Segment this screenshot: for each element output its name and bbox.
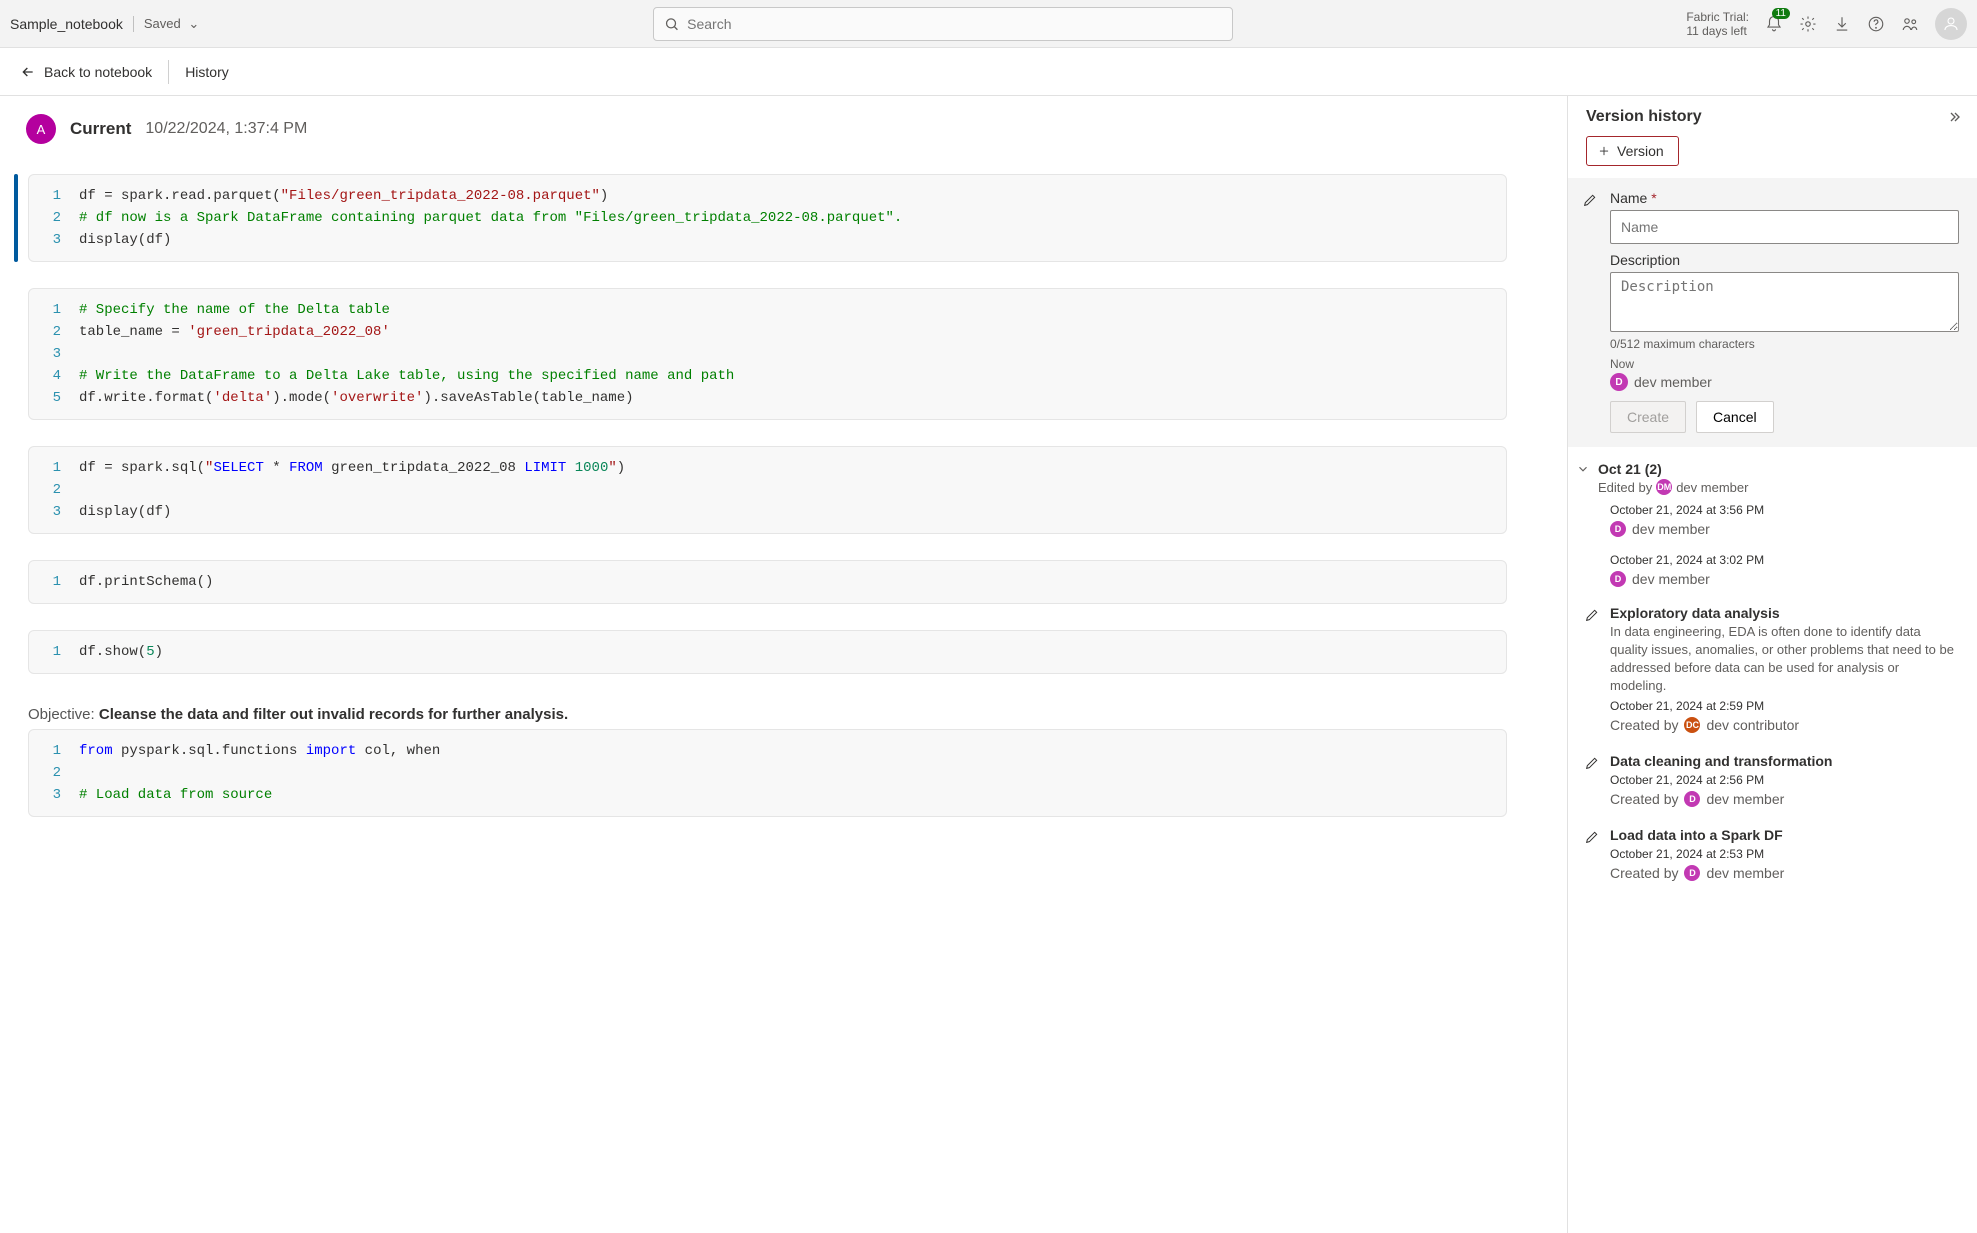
editor-avatar: DM bbox=[1656, 479, 1672, 495]
download-button[interactable] bbox=[1825, 7, 1859, 41]
current-member: D dev member bbox=[1610, 373, 1959, 391]
plus-icon bbox=[1597, 144, 1611, 158]
history-item[interactable]: October 21, 2024 at 3:02 PM Ddev member bbox=[1568, 545, 1977, 595]
saved-status[interactable]: Saved ⌄ bbox=[133, 16, 199, 32]
user-avatar[interactable] bbox=[1935, 8, 1967, 40]
history-label: History bbox=[185, 64, 229, 80]
current-version-title: Current bbox=[70, 119, 131, 139]
now-label: Now bbox=[1610, 357, 1959, 371]
version-description-input[interactable] bbox=[1610, 272, 1959, 332]
chevron-down-icon: ⌄ bbox=[188, 16, 199, 31]
notebook-title[interactable]: Sample_notebook bbox=[10, 16, 123, 32]
help-button[interactable] bbox=[1859, 7, 1893, 41]
char-count: 0/512 maximum characters bbox=[1610, 337, 1959, 351]
search-input[interactable] bbox=[653, 7, 1233, 41]
gear-icon bbox=[1799, 15, 1817, 33]
pencil-icon bbox=[1584, 755, 1600, 771]
person-icon bbox=[1942, 15, 1960, 33]
chevron-down-icon bbox=[1576, 462, 1590, 476]
notifications-button[interactable]: 11 bbox=[1757, 7, 1791, 41]
group-title: Oct 21 (2) bbox=[1598, 461, 1662, 477]
code-cell[interactable]: 1df = spark.read.parquet("Files/green_tr… bbox=[28, 174, 1507, 262]
objective-text: Cleanse the data and filter out invalid … bbox=[99, 706, 568, 723]
date-group-header[interactable]: Oct 21 (2) bbox=[1568, 453, 1977, 479]
arrow-left-icon bbox=[20, 64, 36, 80]
trial-status: Fabric Trial: 11 days left bbox=[1686, 10, 1749, 38]
named-version-item[interactable]: Exploratory data analysis In data engine… bbox=[1568, 595, 1977, 743]
download-icon bbox=[1833, 15, 1851, 33]
saved-label: Saved bbox=[144, 16, 181, 31]
code-cell[interactable]: 1df = spark.sql("SELECT * FROM green_tri… bbox=[28, 446, 1507, 534]
current-author-avatar: A bbox=[26, 114, 56, 144]
current-version-timestamp: 10/22/2024, 1:37:4 PM bbox=[145, 120, 307, 138]
back-to-notebook-button[interactable]: Back to notebook bbox=[20, 64, 152, 80]
share-button[interactable] bbox=[1893, 7, 1927, 41]
history-item[interactable]: October 21, 2024 at 3:56 PM Ddev member bbox=[1568, 495, 1977, 545]
settings-button[interactable] bbox=[1791, 7, 1825, 41]
version-name-input[interactable] bbox=[1610, 210, 1959, 244]
objective-label: Objective: bbox=[28, 706, 99, 723]
help-icon bbox=[1867, 15, 1885, 33]
separator bbox=[168, 60, 169, 84]
code-cell[interactable]: 1from pyspark.sql.functions import col, … bbox=[28, 729, 1507, 817]
code-cell[interactable]: 1df.printSchema() bbox=[28, 560, 1507, 604]
pencil-icon bbox=[1584, 829, 1600, 845]
code-cell[interactable]: 1df.show(5) bbox=[28, 630, 1507, 674]
pencil-icon bbox=[1582, 192, 1598, 208]
back-label: Back to notebook bbox=[44, 64, 152, 80]
markdown-cell[interactable]: Objective: Cleanse the data and filter o… bbox=[14, 700, 1507, 729]
create-button[interactable]: Create bbox=[1610, 401, 1686, 433]
panel-title: Version history bbox=[1586, 108, 1702, 126]
name-label: Name * bbox=[1610, 190, 1959, 206]
pencil-icon bbox=[1584, 607, 1600, 623]
group-editor: Edited by DM dev member bbox=[1568, 479, 1977, 495]
cancel-button[interactable]: Cancel bbox=[1696, 401, 1774, 433]
notification-badge: 11 bbox=[1772, 8, 1790, 19]
search-icon bbox=[664, 16, 679, 32]
description-label: Description bbox=[1610, 252, 1959, 268]
notebook-area[interactable]: A Current 10/22/2024, 1:37:4 PM 1df = sp… bbox=[0, 96, 1567, 1233]
code-cell[interactable]: 1# Specify the name of the Delta table 2… bbox=[28, 288, 1507, 420]
add-version-button[interactable]: Version bbox=[1586, 136, 1679, 166]
people-icon bbox=[1901, 15, 1919, 33]
collapse-panel-icon[interactable] bbox=[1947, 109, 1963, 125]
named-version-item[interactable]: Load data into a Spark DF October 21, 20… bbox=[1568, 817, 1977, 891]
search-field[interactable] bbox=[687, 16, 1222, 32]
named-version-item[interactable]: Data cleaning and transformation October… bbox=[1568, 743, 1977, 817]
version-history-panel: Version history Version Name * Descripti… bbox=[1567, 96, 1977, 1233]
member-avatar: D bbox=[1610, 373, 1628, 391]
